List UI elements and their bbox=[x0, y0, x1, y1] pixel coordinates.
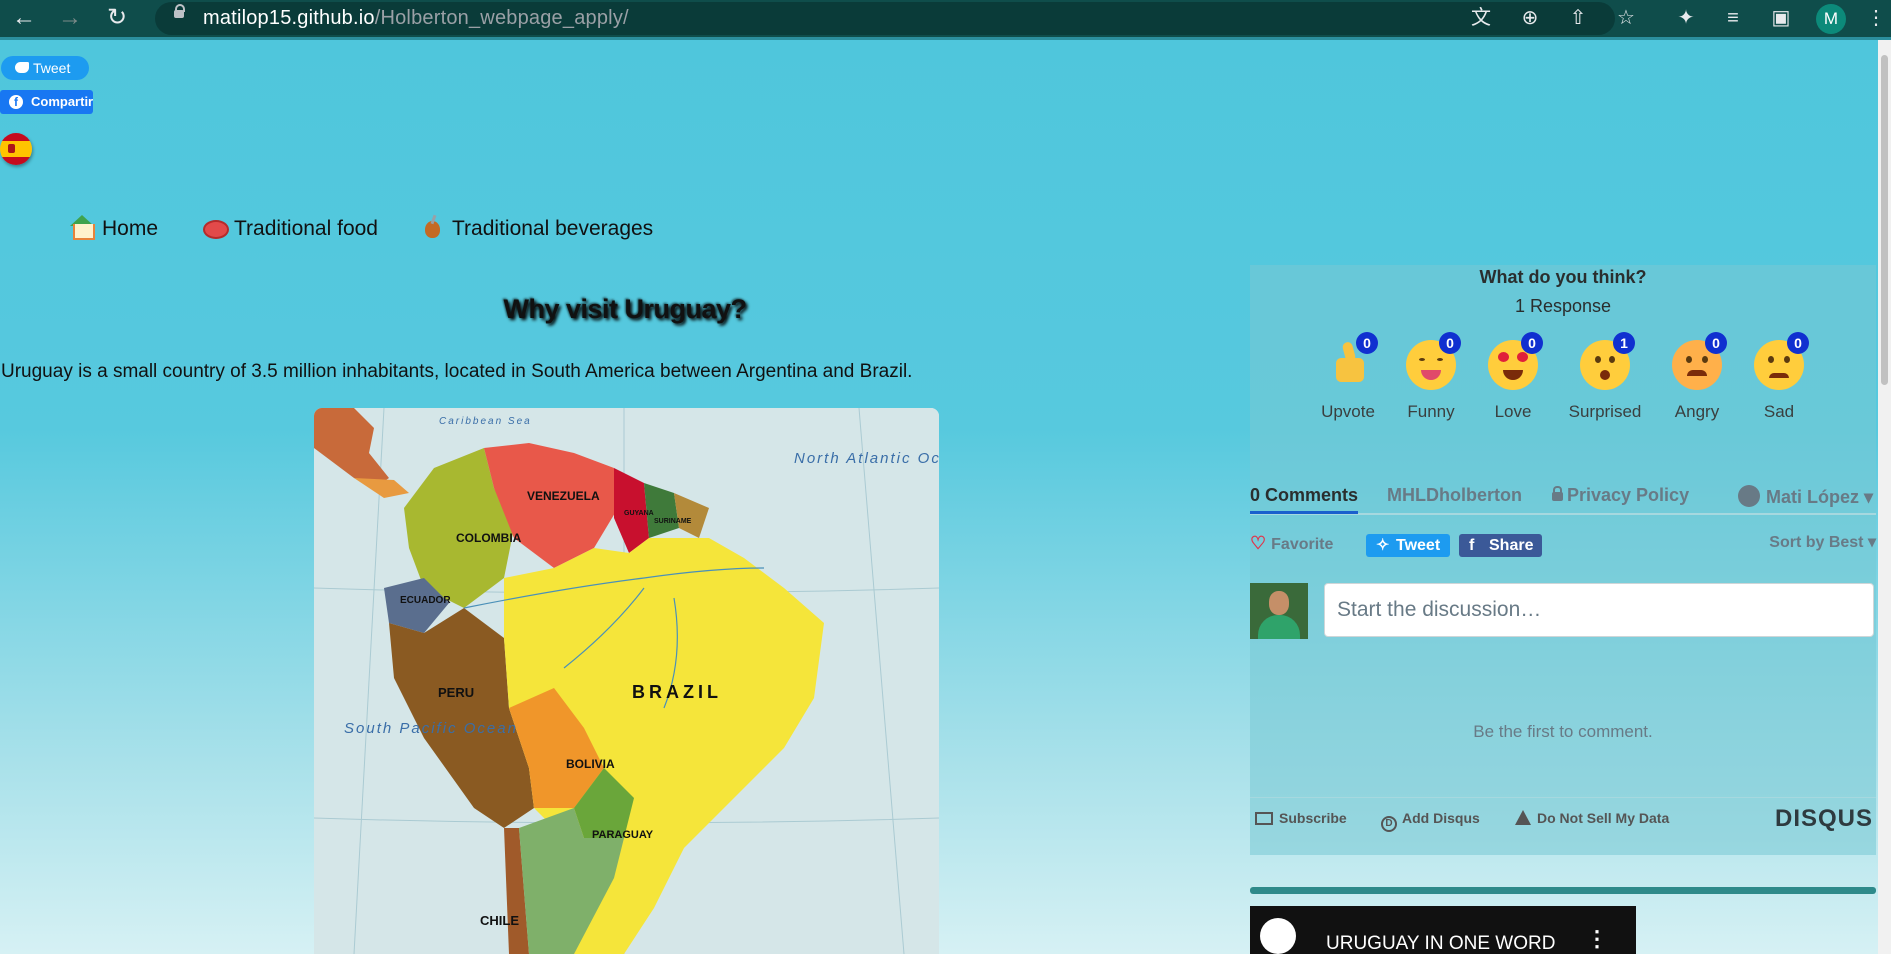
bookmark-star-icon[interactable]: ☆ bbox=[1613, 5, 1639, 31]
subscribe-link[interactable]: Subscribe bbox=[1255, 810, 1347, 826]
reaction-count: 1 bbox=[1613, 332, 1635, 354]
more-options-icon[interactable]: ⋮ bbox=[1586, 926, 1608, 952]
tab-comments[interactable]: 0 Comments bbox=[1250, 485, 1358, 506]
avatar[interactable] bbox=[1250, 583, 1308, 639]
map-label-colombia: COLOMBIA bbox=[456, 531, 522, 545]
reload-icon[interactable]: ↻ bbox=[107, 4, 127, 32]
map-label-chile: CHILE bbox=[480, 913, 519, 928]
footer-divider bbox=[1250, 797, 1876, 798]
menu-icon[interactable]: ⋮ bbox=[1863, 5, 1889, 31]
reaction-count: 0 bbox=[1521, 332, 1543, 354]
map-label-peru: PERU bbox=[438, 685, 474, 700]
page-heading: Why visit Uruguay? bbox=[503, 294, 747, 324]
map-label-ecuador: ECUADOR bbox=[400, 595, 451, 606]
reaction-count: 0 bbox=[1356, 332, 1378, 354]
map-label-south-pacific: South Pacific Ocean bbox=[344, 720, 518, 737]
zoom-icon[interactable]: ⊕ bbox=[1517, 5, 1543, 31]
reaction-sad[interactable]: 0 Sad bbox=[1739, 332, 1819, 422]
tab-community[interactable]: MHLDholberton bbox=[1387, 485, 1522, 506]
translate-icon[interactable]: 文 bbox=[1468, 5, 1494, 31]
sort-dropdown[interactable]: Sort by Best ▾ bbox=[1769, 532, 1876, 552]
south-america-map: VENEZUELA COLOMBIA ECUADOR PERU BRAZIL B… bbox=[314, 408, 939, 954]
facebook-icon: f bbox=[9, 95, 23, 109]
facebook-icon: f bbox=[1469, 537, 1475, 554]
map-label-brazil: BRAZIL bbox=[632, 682, 722, 702]
back-icon[interactable]: ← bbox=[12, 4, 36, 32]
map-label-north-atlantic: North Atlantic Ocean bbox=[794, 450, 939, 467]
reaction-love[interactable]: 0 Love bbox=[1473, 332, 1553, 422]
active-tab-indicator bbox=[1250, 511, 1358, 514]
reaction-angry[interactable]: 0 Angry bbox=[1657, 332, 1737, 422]
extensions-icon[interactable]: ✦ bbox=[1673, 5, 1699, 31]
media-icon[interactable]: ≡ bbox=[1720, 5, 1746, 31]
disqus-icon: D bbox=[1381, 816, 1397, 832]
tweet-button[interactable]: Tweet bbox=[1, 56, 89, 80]
lock-icon bbox=[1552, 486, 1563, 501]
forward-icon[interactable]: → bbox=[58, 4, 82, 32]
reactions-question: What do you think? bbox=[1479, 267, 1647, 287]
sidepanel-icon[interactable]: ▣ bbox=[1768, 5, 1794, 31]
steak-icon bbox=[202, 215, 229, 239]
channel-logo bbox=[1260, 918, 1296, 954]
twitter-icon: ✧ bbox=[1376, 537, 1390, 554]
mail-icon bbox=[1255, 812, 1273, 825]
reaction-count: 0 bbox=[1705, 332, 1727, 354]
map-label-suriname: SURINAME bbox=[654, 518, 692, 525]
map-label-guyana: GUYANA bbox=[624, 510, 654, 517]
warning-icon bbox=[1515, 810, 1531, 825]
share-icon[interactable]: ⇧ bbox=[1565, 5, 1591, 31]
disqus-tweet-button[interactable]: ✧ Tweet bbox=[1366, 534, 1450, 557]
reaction-funny[interactable]: 0 Funny bbox=[1391, 332, 1471, 422]
map-label-paraguay: PARAGUAY bbox=[592, 829, 654, 841]
tab-user-menu[interactable]: Mati López ▾ bbox=[1738, 485, 1873, 508]
youtube-video-embed[interactable]: URUGUAY IN ONE WORD ⋮ bbox=[1250, 906, 1636, 954]
comment-input[interactable]: Start the discussion… bbox=[1324, 583, 1874, 637]
disqus-share-button[interactable]: f Share bbox=[1459, 534, 1542, 557]
do-not-sell-link[interactable]: Do Not Sell My Data bbox=[1515, 810, 1669, 826]
lock-icon[interactable] bbox=[174, 4, 185, 18]
toolbar-divider bbox=[0, 37, 1891, 40]
add-disqus-link[interactable]: D Add Disqus bbox=[1381, 810, 1480, 832]
user-icon bbox=[1738, 485, 1760, 507]
reaction-count: 0 bbox=[1439, 332, 1461, 354]
url-text[interactable]: matilop15.github.io/Holberton_webpage_ap… bbox=[203, 7, 629, 30]
menu-item-traditional-food[interactable]: Traditional food bbox=[202, 215, 378, 241]
facebook-share-button[interactable]: f Compartir bbox=[0, 90, 93, 114]
disqus-tabs: 0 Comments MHLDholberton Privacy Policy … bbox=[1250, 480, 1876, 515]
reaction-upvote[interactable]: 0 Upvote bbox=[1308, 332, 1388, 422]
map-label-venezuela: VENEZUELA bbox=[527, 489, 600, 503]
map-label-caribbean: Caribbean Sea bbox=[439, 416, 532, 427]
intro-paragraph: Uruguay is a small country of 3.5 millio… bbox=[1, 361, 913, 382]
section-divider bbox=[1250, 887, 1876, 894]
map-label-bolivia: BOLIVIA bbox=[566, 757, 615, 771]
disqus-panel: What do you think? 1 Response 0 Upvote 0… bbox=[1250, 265, 1876, 855]
house-icon bbox=[70, 215, 95, 240]
disqus-logo[interactable]: DISQUS bbox=[1775, 805, 1873, 833]
spanish-flag-icon[interactable] bbox=[0, 133, 32, 165]
empty-comments-message: Be the first to comment. bbox=[1473, 722, 1653, 741]
tab-privacy-policy[interactable]: Privacy Policy bbox=[1552, 485, 1689, 506]
reaction-surprised[interactable]: 1 Surprised bbox=[1565, 332, 1645, 422]
twitter-bird-icon bbox=[15, 62, 29, 73]
response-count: 1 Response bbox=[1514, 296, 1612, 316]
scrollbar-thumb[interactable] bbox=[1881, 55, 1888, 385]
favorite-button[interactable]: ♡ Favorite bbox=[1250, 533, 1333, 554]
profile-avatar[interactable]: M bbox=[1816, 4, 1846, 34]
video-title[interactable]: URUGUAY IN ONE WORD bbox=[1326, 933, 1555, 954]
menu-item-traditional-beverages[interactable]: Traditional beverages bbox=[420, 214, 653, 241]
mate-icon bbox=[420, 214, 444, 239]
menu-item-home[interactable]: Home bbox=[70, 215, 158, 241]
heart-icon: ♡ bbox=[1250, 533, 1267, 553]
browser-toolbar: ← → ↻ matilop15.github.io/Holberton_webp… bbox=[0, 0, 1891, 37]
reaction-count: 0 bbox=[1787, 332, 1809, 354]
